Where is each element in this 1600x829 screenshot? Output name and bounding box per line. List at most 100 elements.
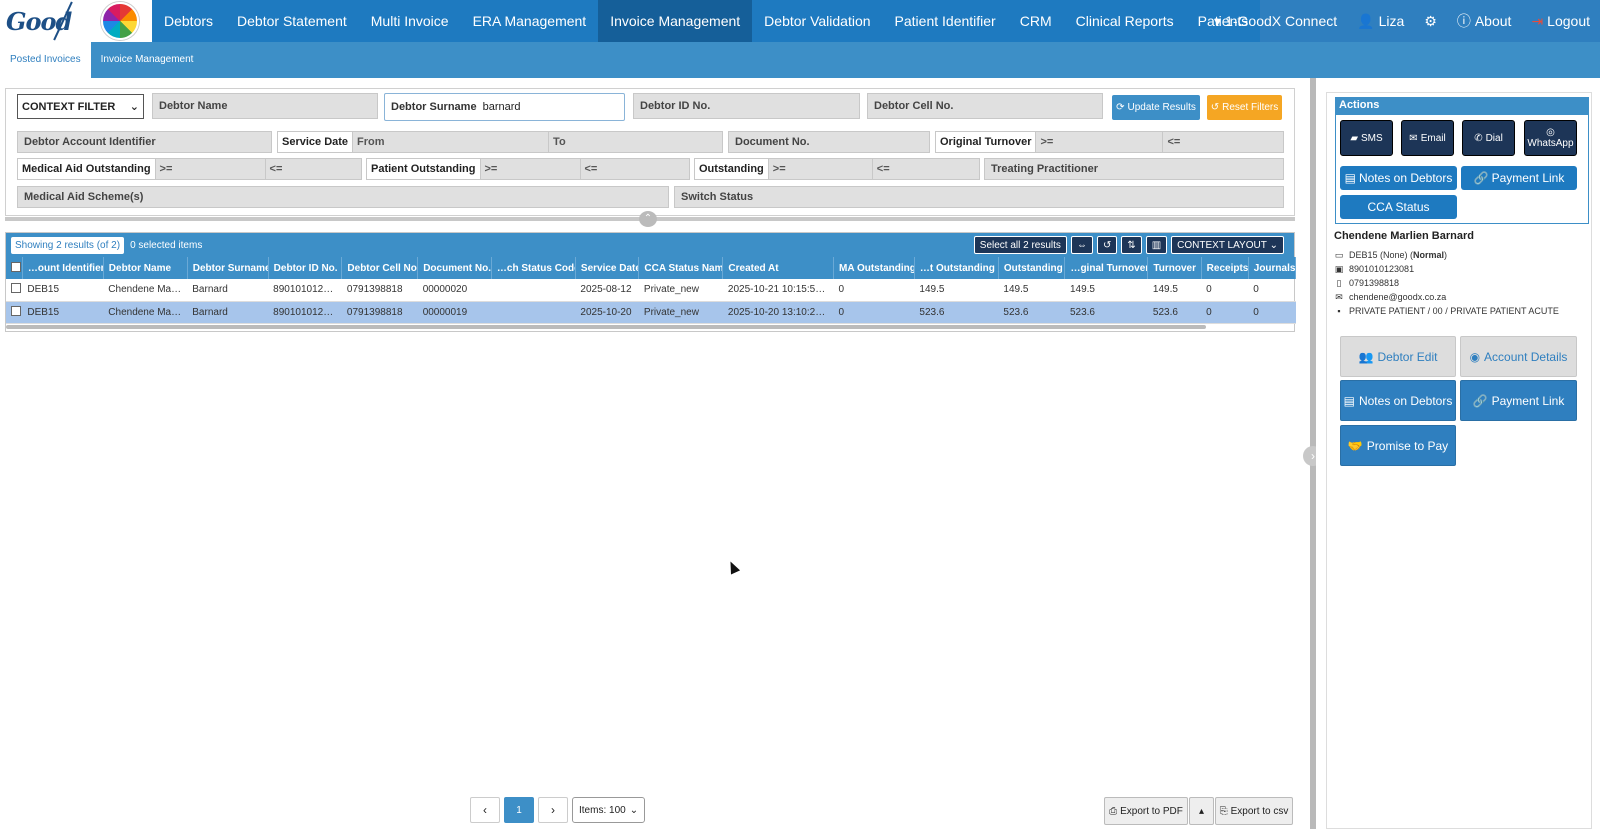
fit-columns-icon[interactable]: ⇔ [1070, 236, 1093, 254]
table-cell: 149.5 [998, 279, 1065, 302]
ma-outstanding-min[interactable]: >= [156, 159, 266, 179]
whatsapp-button[interactable]: ◎ WhatsApp [1524, 120, 1577, 156]
column-header[interactable]: Turnover [1147, 257, 1202, 279]
column-header[interactable]: …ch Status Code [491, 257, 576, 279]
column-header[interactable]: Created At [722, 257, 834, 279]
payment-link-button[interactable]: 🔗 Payment Link [1461, 166, 1577, 190]
column-header[interactable]: Receipts [1201, 257, 1249, 279]
context-layout-button[interactable]: CONTEXT LAYOUT ⌄ [1171, 236, 1284, 254]
service-date-filter[interactable]: Service Date From To [277, 131, 723, 153]
goodx-logo[interactable]: Good [0, 0, 152, 42]
prev-page-button[interactable]: ‹ [470, 797, 500, 823]
original-turnover-min[interactable]: >= [1036, 132, 1164, 152]
service-date-to[interactable]: To [549, 132, 566, 152]
checkbox[interactable] [11, 261, 21, 272]
debtor-id-filter[interactable]: Debtor ID No. [633, 93, 860, 119]
column-header[interactable]: Debtor Cell No. [341, 257, 419, 279]
document-no-filter[interactable]: Document No. [728, 131, 930, 153]
row-checkbox[interactable] [11, 283, 21, 294]
column-header[interactable]: …ount Identifier [22, 257, 104, 279]
outstanding-filter[interactable]: Outstanding >= <= [694, 158, 980, 180]
about-link[interactable]: ⓘ About [1447, 0, 1522, 42]
connect-menu[interactable]: ▾ 1-GoodX Connect [1204, 0, 1347, 42]
column-header[interactable]: Debtor Name [103, 257, 188, 279]
items-per-page-select[interactable]: Items: 100 ⌄ [572, 797, 646, 823]
next-page-button[interactable]: › [538, 797, 568, 823]
nav-item-patient-identifier[interactable]: Patient Identifier [882, 0, 1008, 42]
nav-item-debtor-validation[interactable]: Debtor Validation [752, 0, 883, 42]
collapse-filters-button[interactable]: ⌃ [639, 211, 657, 227]
table-row[interactable]: DEB15 Chendene Marli… Barnard 8901010123081… [6, 279, 1296, 302]
notes-on-debtors-button[interactable]: ▤ Notes on Debtors [1340, 166, 1457, 190]
nav-item-crm[interactable]: CRM [1007, 0, 1064, 42]
right-menu: ▾ 1-GoodX Connect 👤 Liza ⚙ ⓘ About ⇥ Logout [1204, 0, 1600, 42]
payment-link-button-2[interactable]: 🔗 Payment Link [1460, 380, 1577, 421]
export-pdf-button[interactable]: ⎙ Export to PDF [1104, 797, 1188, 825]
row-checkbox-cell[interactable] [6, 301, 23, 324]
email-button[interactable]: ✉ Email [1401, 120, 1454, 156]
export-csv-button[interactable]: ⎘ Export to csv [1215, 797, 1293, 825]
debtor-surname-value: barnard [482, 101, 521, 113]
export-menu-toggle[interactable]: ▴ [1189, 797, 1214, 825]
sms-button[interactable]: ▰ SMS [1340, 120, 1393, 156]
ma-outstanding-max[interactable]: <= [266, 159, 283, 179]
settings-button[interactable]: ⚙ [1414, 0, 1447, 42]
update-results-button[interactable]: ⟳ Update Results [1112, 95, 1200, 120]
nav-item-clinical-reports[interactable]: Clinical Reports [1063, 0, 1186, 42]
patient-outstanding-min[interactable]: >= [481, 159, 581, 179]
debtor-edit-button[interactable]: 👥 Debtor Edit [1340, 336, 1456, 377]
column-header[interactable]: …t Outstanding [914, 257, 999, 279]
grid-tools: Select all 2 results ⇔ ↺ ⇅ ▥ CONTEXT LAY… [973, 236, 1284, 254]
column-header[interactable]: …ginal Turnover [1064, 257, 1149, 279]
reset-layout-icon[interactable]: ↺ [1096, 236, 1118, 254]
medical-aid-schemes-filter[interactable]: Medical Aid Scheme(s) [17, 186, 669, 208]
column-header[interactable]: Service Date [575, 257, 640, 279]
reset-filters-button[interactable]: ↺ Reset Filters [1207, 95, 1282, 120]
select-all-button[interactable]: Select all 2 results [973, 236, 1067, 254]
sort-icon[interactable]: ⇅ [1121, 236, 1142, 254]
row-checkbox-cell[interactable] [6, 279, 23, 302]
nav-item-debtor-statement[interactable]: Debtor Statement [225, 0, 359, 42]
medical-aid-outstanding-filter[interactable]: Medical Aid Outstanding >= <= [17, 158, 362, 180]
treating-practitioner-filter[interactable]: Treating Practitioner [984, 158, 1284, 180]
nav-item-debtors[interactable]: Debtors [152, 0, 226, 42]
column-header[interactable]: MA Outstanding [833, 257, 915, 279]
tab-invoice-management[interactable]: Invoice Management [91, 42, 204, 78]
original-turnover-filter[interactable]: Original Turnover >= <= [935, 131, 1284, 153]
nav-item-era-management[interactable]: ERA Management [460, 0, 599, 42]
debtor-surname-filter[interactable]: Debtor Surname barnard [384, 93, 625, 121]
patient-outstanding-max[interactable]: <= [581, 159, 598, 179]
row-checkbox[interactable] [11, 305, 21, 316]
account-details-button[interactable]: ◉ Account Details [1460, 336, 1577, 377]
switch-status-filter[interactable]: Switch Status [674, 186, 1284, 208]
outstanding-min[interactable]: >= [769, 159, 873, 179]
debtor-name-filter[interactable]: Debtor Name [152, 93, 378, 119]
logout-link[interactable]: ⇥ Logout [1521, 0, 1600, 42]
cca-status-button[interactable]: CCA Status [1340, 195, 1457, 219]
promise-to-pay-button[interactable]: 🤝 Promise to Pay [1340, 425, 1456, 466]
page-button[interactable]: 1 [504, 797, 534, 823]
column-header[interactable]: Debtor ID No. [268, 257, 343, 279]
horizontal-scrollbar[interactable] [6, 325, 1206, 329]
user-menu[interactable]: 👤 Liza [1347, 0, 1414, 42]
context-filter-select[interactable]: CONTEXT FILTER ⌄ [17, 94, 144, 119]
column-header[interactable]: Document No. [417, 257, 492, 279]
select-all-checkbox[interactable] [6, 257, 23, 279]
dial-button[interactable]: ✆ Dial [1462, 120, 1515, 156]
nav-item-multi-invoice[interactable]: Multi Invoice [358, 0, 461, 42]
column-header[interactable]: Outstanding [998, 257, 1066, 279]
nav-item-invoice-management[interactable]: Invoice Management [598, 0, 753, 42]
column-header[interactable]: Debtor Surname [187, 257, 269, 279]
account-identifier-filter[interactable]: Debtor Account Identifier [17, 131, 272, 153]
column-header[interactable]: CCA Status Name [638, 257, 724, 279]
notes-on-debtors-button-2[interactable]: ▤ Notes on Debtors [1340, 380, 1456, 421]
tab-posted-invoices[interactable]: Posted Invoices [0, 42, 91, 78]
service-date-from[interactable]: From [353, 132, 550, 152]
outstanding-max[interactable]: <= [873, 159, 890, 179]
original-turnover-max[interactable]: <= [1163, 132, 1180, 152]
columns-icon[interactable]: ▥ [1145, 236, 1168, 254]
patient-outstanding-filter[interactable]: Patient Outstanding >= <= [366, 158, 690, 180]
table-row[interactable]: DEB15 Chendene Marli… Barnard 8901010123081… [6, 301, 1296, 324]
debtor-cell-filter[interactable]: Debtor Cell No. [867, 93, 1103, 119]
column-header[interactable]: Journals [1248, 257, 1297, 279]
